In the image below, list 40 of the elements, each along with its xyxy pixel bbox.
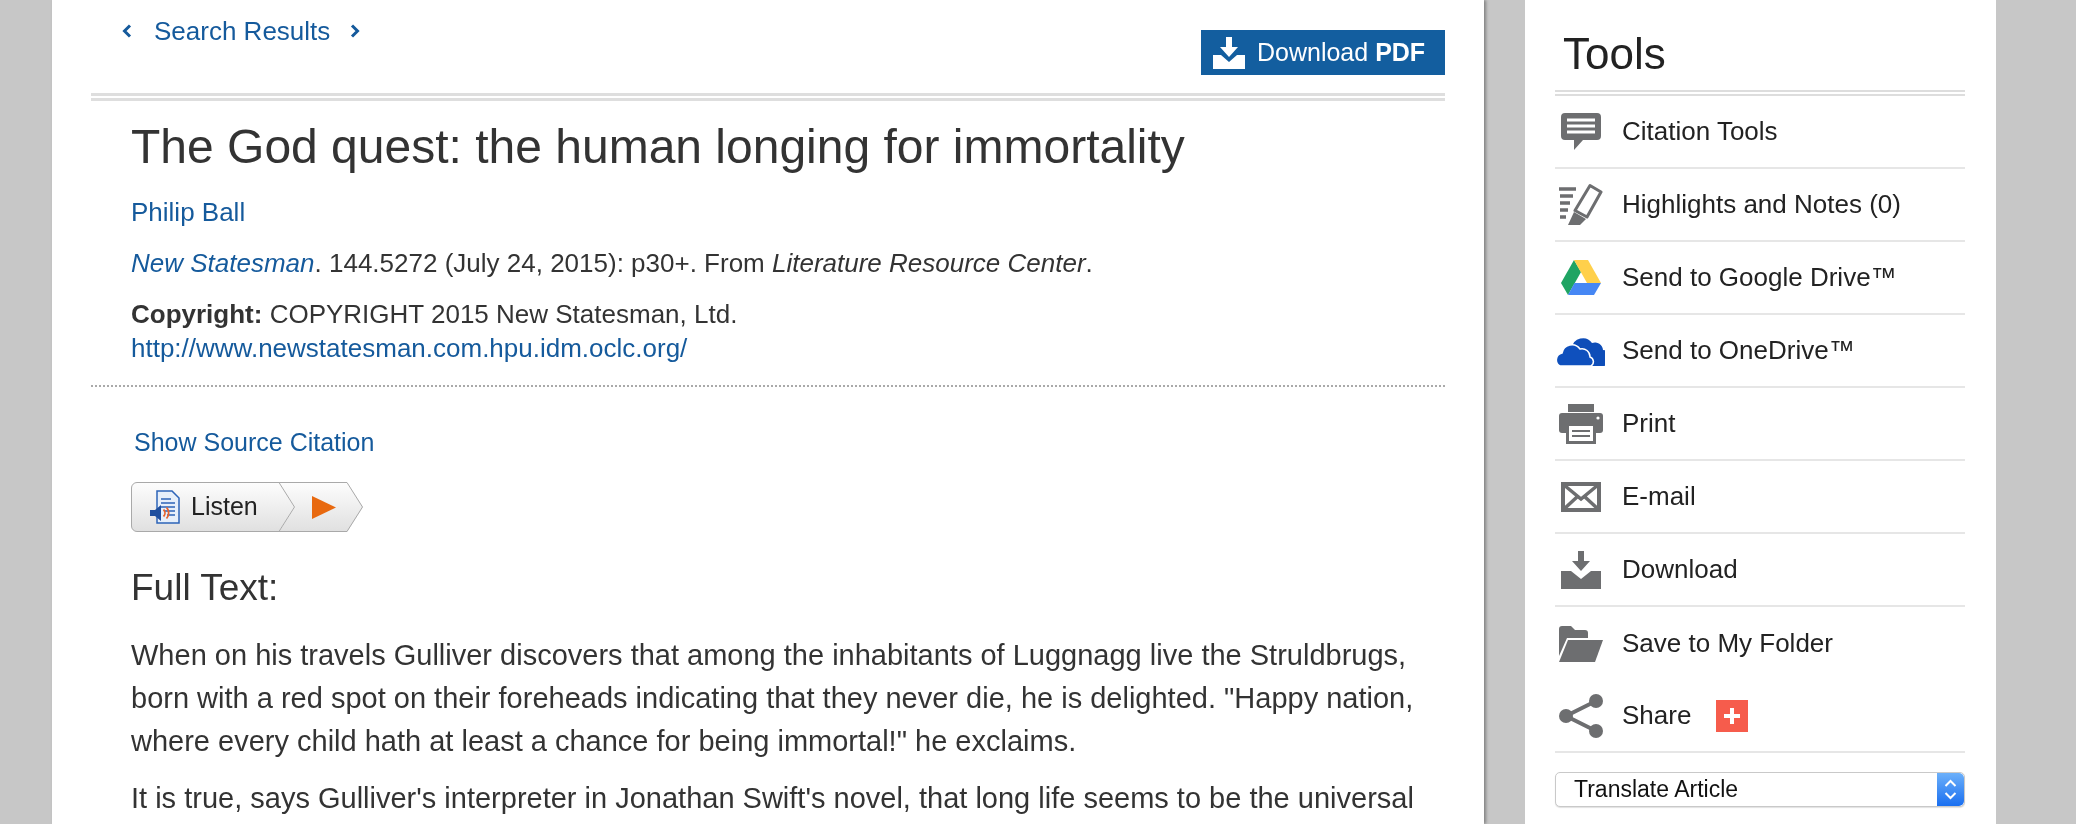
printer-icon: [1559, 403, 1603, 444]
speech-bubble-icon: [1561, 113, 1601, 150]
folder-icon: [1559, 625, 1603, 662]
chevron-right-icon[interactable]: [350, 24, 361, 38]
show-source-citation-link[interactable]: Show Source Citation: [134, 428, 375, 456]
highlighter-icon: [1559, 182, 1603, 227]
tool-menu-item[interactable]: Save to My Folder: [1555, 607, 1965, 680]
share-icon: [1559, 693, 1603, 738]
source-url-link[interactable]: http://www.newstatesman.com.hpu.idm.oclc.org/: [131, 333, 688, 363]
tool-menu-item[interactable]: Send to Google Drive™: [1555, 242, 1965, 315]
tool-menu-item[interactable]: Print: [1555, 388, 1965, 461]
translate-dropdown[interactable]: Translate Article: [1555, 772, 1965, 807]
full-text-heading: Full Text:: [131, 566, 280, 610]
tricolor-triangle-icon: [1561, 260, 1601, 295]
tools-heading: Tools: [1562, 29, 1667, 79]
copyright-line: Copyright: COPYRIGHT 2015 New Statesman, Ltd.: [131, 298, 739, 331]
chevron-left-icon[interactable]: [122, 24, 132, 38]
article-paragraph: When on his travels Gulliver discovers that among the inhabitants of Luggnagg live the Struldbrugs, born with a red spot on their foreheads indicating that they never die, he is delighted. "Happy nation, where every child hath at least a chance for being immortal!" he exclaims.: [131, 638, 1415, 759]
source-citation-line: New Statesman. 144.5272 (July 24, 2015): p30+. From Literature Resource Center.: [131, 247, 1094, 280]
article-paragraph: It is true, says Gulliver's interpreter in Jonathan Swift's novel, that long life seems to be the universal: [131, 781, 1415, 816]
envelope-icon: [1561, 481, 1601, 512]
share-link[interactable]: Share: [1555, 693, 1692, 738]
plus-icon: [1723, 706, 1742, 725]
download-icon: [1561, 550, 1601, 589]
journal-link[interactable]: New Statesman: [131, 248, 315, 278]
tool-menu-item[interactable]: Download: [1555, 534, 1965, 607]
download-pdf-button[interactable]: Download PDF: [1201, 30, 1445, 75]
tool-menu-item[interactable]: E-mail: [1555, 461, 1965, 534]
search-results-link[interactable]: Search Results: [154, 12, 331, 50]
tool-menu-item[interactable]: Highlights and Notes (0): [1555, 169, 1965, 242]
document-speaker-icon: [149, 490, 183, 524]
article-title: The God quest: the human longing for immortality: [131, 119, 1186, 175]
play-icon: [312, 495, 336, 519]
author-link[interactable]: Philip Ball: [131, 197, 246, 227]
cloud-icon: [1557, 335, 1605, 366]
tool-menu-item[interactable]: Send to OneDrive™: [1555, 315, 1965, 388]
up-down-chevron-icon: [1937, 773, 1964, 806]
tool-menu-item[interactable]: Citation Tools: [1555, 96, 1965, 169]
download-icon: [1213, 36, 1245, 69]
add-share-button[interactable]: [1716, 699, 1749, 732]
